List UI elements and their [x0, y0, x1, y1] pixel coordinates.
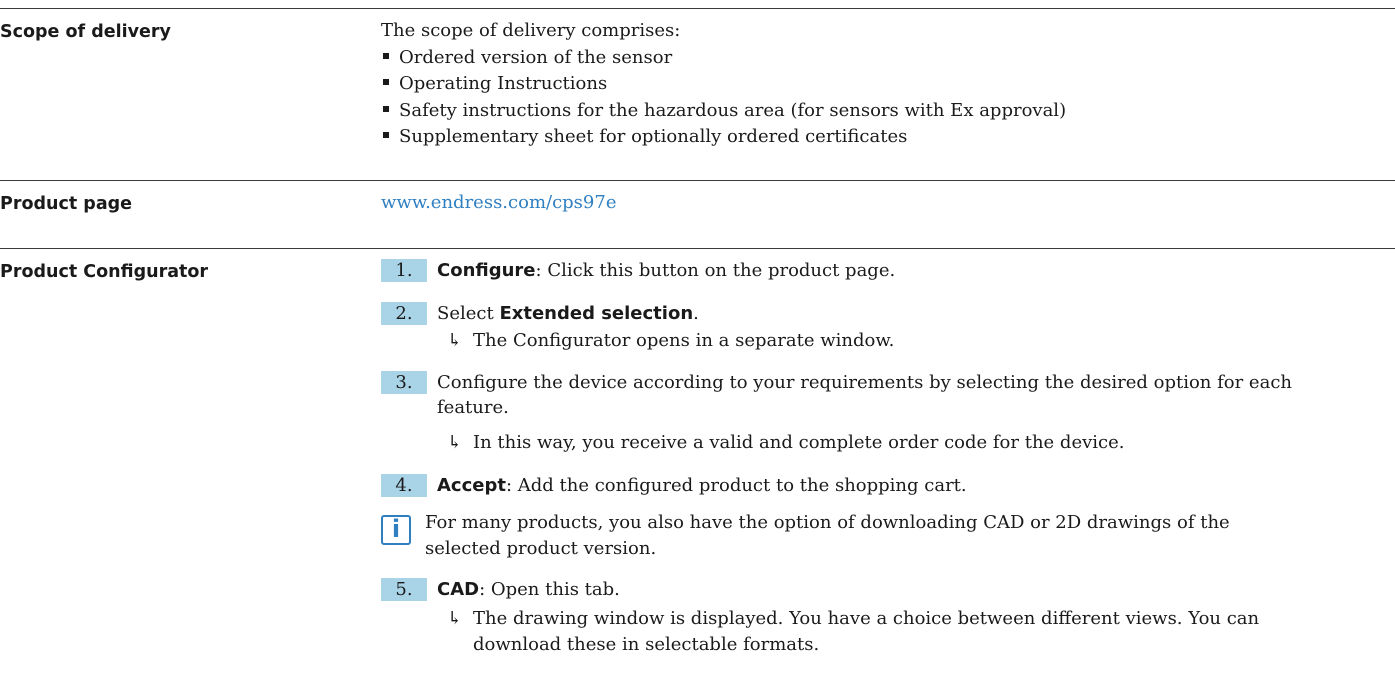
- result-arrow-icon: ↳: [447, 432, 463, 453]
- step-3-continuation: feature.: [437, 397, 509, 418]
- section-divider: [0, 180, 1395, 181]
- info-icon: i: [381, 515, 411, 545]
- bullet-icon: [383, 79, 389, 85]
- list-item: Operating Instructions: [383, 73, 607, 94]
- step-number: 5.: [381, 578, 427, 601]
- bullet-icon: [383, 132, 389, 138]
- product-page-label: Product page: [0, 194, 133, 214]
- step-number: 4.: [381, 474, 427, 497]
- step-result: ↳ In this way, you receive a valid and co…: [447, 432, 1125, 453]
- list-item: Safety instructions for the hazardous ar…: [383, 100, 1066, 121]
- list-item: Supplementary sheet for optionally order…: [383, 126, 907, 147]
- step-number: 1.: [381, 259, 427, 282]
- step-4: 4. Accept: Add the configured product to …: [381, 474, 967, 497]
- result-arrow-icon: ↳: [447, 330, 463, 351]
- bullet-icon: [383, 53, 389, 59]
- configurator-label: Product Configurator: [0, 262, 209, 282]
- list-item: Ordered version of the sensor: [383, 47, 672, 68]
- step-result: ↳ The Configurator opens in a separate wi…: [447, 330, 895, 351]
- section-divider: [0, 248, 1395, 249]
- step-1: 1. Configure: Click this button on the pr…: [381, 259, 895, 282]
- result-arrow-icon: ↳: [447, 608, 463, 629]
- step-2: 2. Select Extended selection.: [381, 302, 699, 325]
- scope-intro: The scope of delivery comprises:: [381, 20, 681, 41]
- step-5: 5. CAD: Open this tab.: [381, 578, 620, 601]
- scope-label: Scope of delivery: [0, 22, 171, 42]
- step-result-continuation: download these in selectable formats.: [473, 634, 820, 655]
- step-3: 3. Configure the device according to your…: [381, 371, 1292, 394]
- top-divider: [0, 8, 1395, 9]
- note-text: For many products, you also have the opt…: [425, 512, 1230, 533]
- note-text: selected product version.: [425, 538, 657, 559]
- step-number: 2.: [381, 302, 427, 325]
- bullet-icon: [383, 106, 389, 112]
- step-number: 3.: [381, 371, 427, 394]
- product-page-link[interactable]: www.endress.com/cps97e: [381, 192, 616, 213]
- step-result: ↳ The drawing window is displayed. You ha…: [447, 608, 1260, 629]
